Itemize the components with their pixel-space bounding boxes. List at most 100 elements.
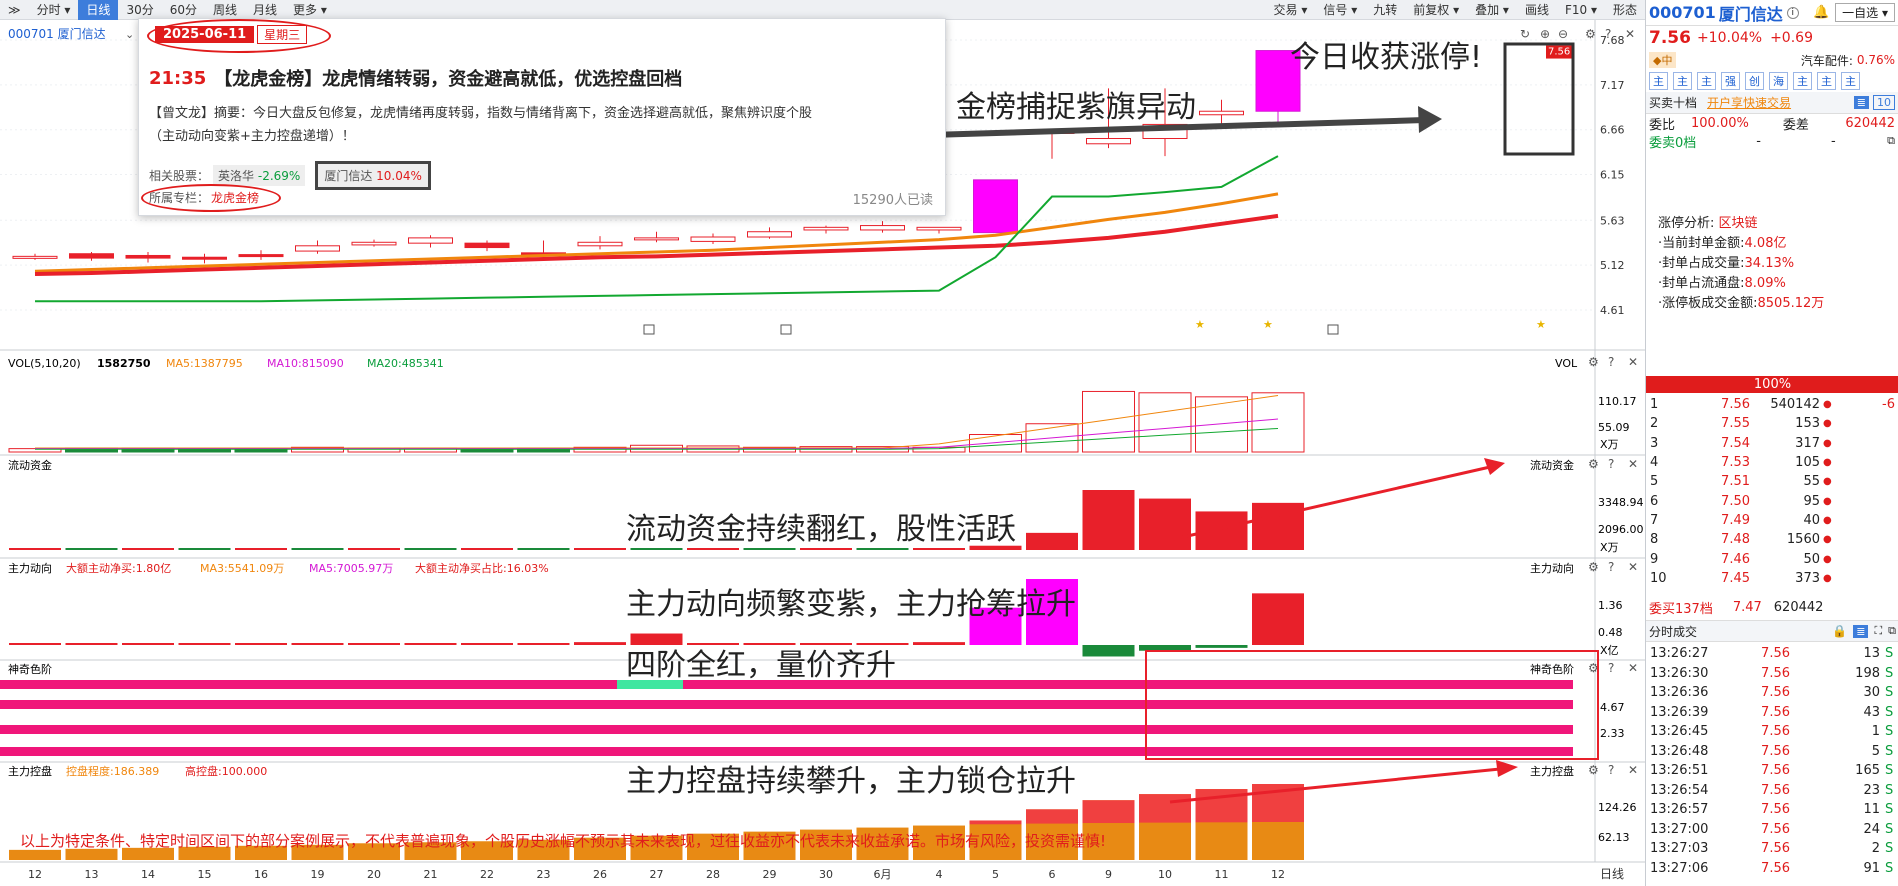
quote-tab-8[interactable]: 主	[1841, 72, 1860, 90]
quote-tab-7[interactable]: 主	[1817, 72, 1836, 90]
candle[interactable]	[408, 237, 453, 244]
bid-row[interactable]: 7 7.49 40 ●	[1646, 511, 1898, 530]
bid-row[interactable]: 8 7.48 1560 ●	[1646, 530, 1898, 549]
bid-row[interactable]: 1 7.56 540142 ● -6	[1646, 395, 1898, 414]
candle[interactable]	[351, 241, 397, 246]
bid-row[interactable]: 2 7.55 153 ●	[1646, 414, 1898, 433]
overlay-menu[interactable]: 叠加 ▾	[1467, 0, 1517, 20]
help-icon[interactable]: ?	[1608, 763, 1614, 777]
sector-name[interactable]: 汽车配件:	[1801, 52, 1853, 69]
signal-star-icon[interactable]: ★	[1195, 318, 1205, 331]
quote-tab-4[interactable]: 创	[1745, 72, 1764, 90]
help-icon[interactable]: ?	[1608, 560, 1614, 574]
draw-button[interactable]: 画线	[1517, 0, 1557, 20]
popout-icon[interactable]: ⧉	[1887, 134, 1895, 148]
bid-row[interactable]: 9 7.46 50 ●	[1646, 549, 1898, 568]
settings-icon[interactable]: ⚙	[1588, 457, 1599, 471]
close-icon[interactable]: ✕	[1628, 457, 1638, 471]
bid-row[interactable]: 5 7.51 55 ●	[1646, 472, 1898, 491]
settings-icon[interactable]: ⚙	[1585, 27, 1596, 41]
related-stock-1[interactable]: 英洛华 -2.69%	[213, 165, 306, 186]
trade-menu[interactable]: 交易 ▾	[1266, 0, 1316, 20]
event-icon[interactable]	[780, 324, 792, 335]
signal-star-icon[interactable]: ★	[1263, 318, 1273, 331]
f10-menu[interactable]: F10 ▾	[1557, 0, 1605, 20]
candle[interactable]	[634, 237, 679, 241]
candle[interactable]	[295, 245, 340, 252]
close-icon[interactable]: ✕	[1628, 560, 1638, 574]
bid-row[interactable]: 4 7.53 105 ●	[1646, 453, 1898, 472]
candle[interactable]	[803, 226, 849, 231]
help-icon[interactable]: ?	[1608, 457, 1614, 471]
candle[interactable]	[916, 226, 962, 231]
candle[interactable]	[12, 255, 58, 259]
tab-daily[interactable]: 日线	[78, 0, 119, 20]
column-link[interactable]: 龙虎金榜	[211, 189, 259, 206]
add-watchlist-button[interactable]: 一自选 ▾	[1835, 3, 1895, 22]
close-icon[interactable]: ✕	[1628, 661, 1638, 675]
bid-row[interactable]: 6 7.50 95 ●	[1646, 491, 1898, 510]
signal-star-icon[interactable]: ★	[1536, 318, 1546, 331]
tab-60min[interactable]: 60分	[162, 0, 205, 20]
popup-headline[interactable]: 【龙虎金榜】龙虎情绪转弱，资金避高就低，优选控盘回档	[214, 65, 682, 91]
candle[interactable]	[125, 254, 171, 259]
tab-monthly[interactable]: 月线	[245, 0, 285, 20]
jiuzhuan-button[interactable]: 九转	[1365, 0, 1405, 20]
help-icon[interactable]: ?	[1608, 355, 1614, 369]
candle[interactable]	[690, 236, 736, 242]
settings-icon[interactable]: ⚙	[1588, 355, 1599, 369]
candle[interactable]	[1086, 138, 1131, 145]
quote-tab-1[interactable]: 主	[1673, 72, 1692, 90]
candle[interactable]	[860, 225, 905, 231]
refresh-icon[interactable]: ↻	[1520, 27, 1530, 41]
close-icon[interactable]: ✕	[1625, 27, 1635, 41]
candle[interactable]	[464, 242, 510, 249]
tab-fenshi[interactable]: 分时 ▾	[29, 0, 79, 20]
expand-icon[interactable]: ≫	[0, 0, 29, 20]
close-icon[interactable]: ✕	[1628, 355, 1638, 369]
level2-icon[interactable]: ≣	[1853, 96, 1869, 109]
candle[interactable]	[973, 179, 1018, 234]
signal-menu[interactable]: 信号 ▾	[1315, 0, 1365, 20]
info-icon[interactable]: i	[1786, 6, 1799, 19]
bid-row[interactable]: 3 7.54 317 ●	[1646, 434, 1898, 453]
pattern-button[interactable]: 形态	[1605, 0, 1645, 20]
tab-30min[interactable]: 30分	[118, 0, 161, 20]
trades-list-icon[interactable]: ≣	[1853, 624, 1869, 638]
help-icon[interactable]: ?	[1605, 27, 1611, 41]
close-icon[interactable]: ✕	[1628, 763, 1638, 777]
help-icon[interactable]: ?	[1608, 661, 1614, 675]
add-icon[interactable]: ⊕	[1540, 27, 1550, 41]
bid-row[interactable]: 10 7.45 373 ●	[1646, 569, 1898, 588]
minus-icon[interactable]: ⊖	[1558, 27, 1568, 41]
tab-more[interactable]: 更多 ▾	[285, 0, 335, 20]
tab-weekly[interactable]: 周线	[205, 0, 245, 20]
settings-icon[interactable]: ⚙	[1588, 560, 1599, 574]
event-icon[interactable]	[643, 324, 655, 335]
quote-tab-0[interactable]: 主	[1649, 72, 1668, 90]
ten-level-button[interactable]: 10	[1873, 95, 1895, 110]
adjust-menu[interactable]: 前复权 ▾	[1405, 0, 1467, 20]
candle[interactable]	[238, 254, 284, 258]
quote-tab-3[interactable]: 强	[1721, 72, 1740, 90]
quote-tab-2[interactable]: 主	[1697, 72, 1716, 90]
candle[interactable]	[577, 241, 623, 247]
event-icon[interactable]	[1327, 324, 1339, 335]
related-stock-2[interactable]: 厦门信达 10.04%	[315, 161, 431, 190]
bell-icon[interactable]: 🔔	[1813, 5, 1829, 20]
candle[interactable]	[69, 253, 114, 259]
open-account-link[interactable]: 开户享快速交易	[1707, 94, 1791, 111]
news-popup[interactable]: 2025-06-11 星期三 21:35 【龙虎金榜】龙虎情绪转弱，资金避高就低…	[138, 18, 946, 216]
mm-title[interactable]: 买卖十档	[1649, 94, 1697, 111]
quote-tab-6[interactable]: 主	[1793, 72, 1812, 90]
lock-icon[interactable]: 🔒	[1832, 624, 1847, 638]
candle[interactable]	[182, 256, 227, 260]
quote-tab-5[interactable]: 海	[1769, 72, 1788, 90]
settings-icon[interactable]: ⚙	[1588, 763, 1599, 777]
trades-popout-icon[interactable]: ⧉	[1888, 624, 1896, 638]
candle[interactable]	[1199, 110, 1244, 116]
dropdown-icon[interactable]: ⌄	[125, 28, 134, 41]
expand-trades-icon[interactable]: ⛶	[1874, 624, 1882, 638]
candle[interactable]	[747, 231, 792, 238]
limit-concept[interactable]: 区块链	[1719, 216, 1758, 231]
